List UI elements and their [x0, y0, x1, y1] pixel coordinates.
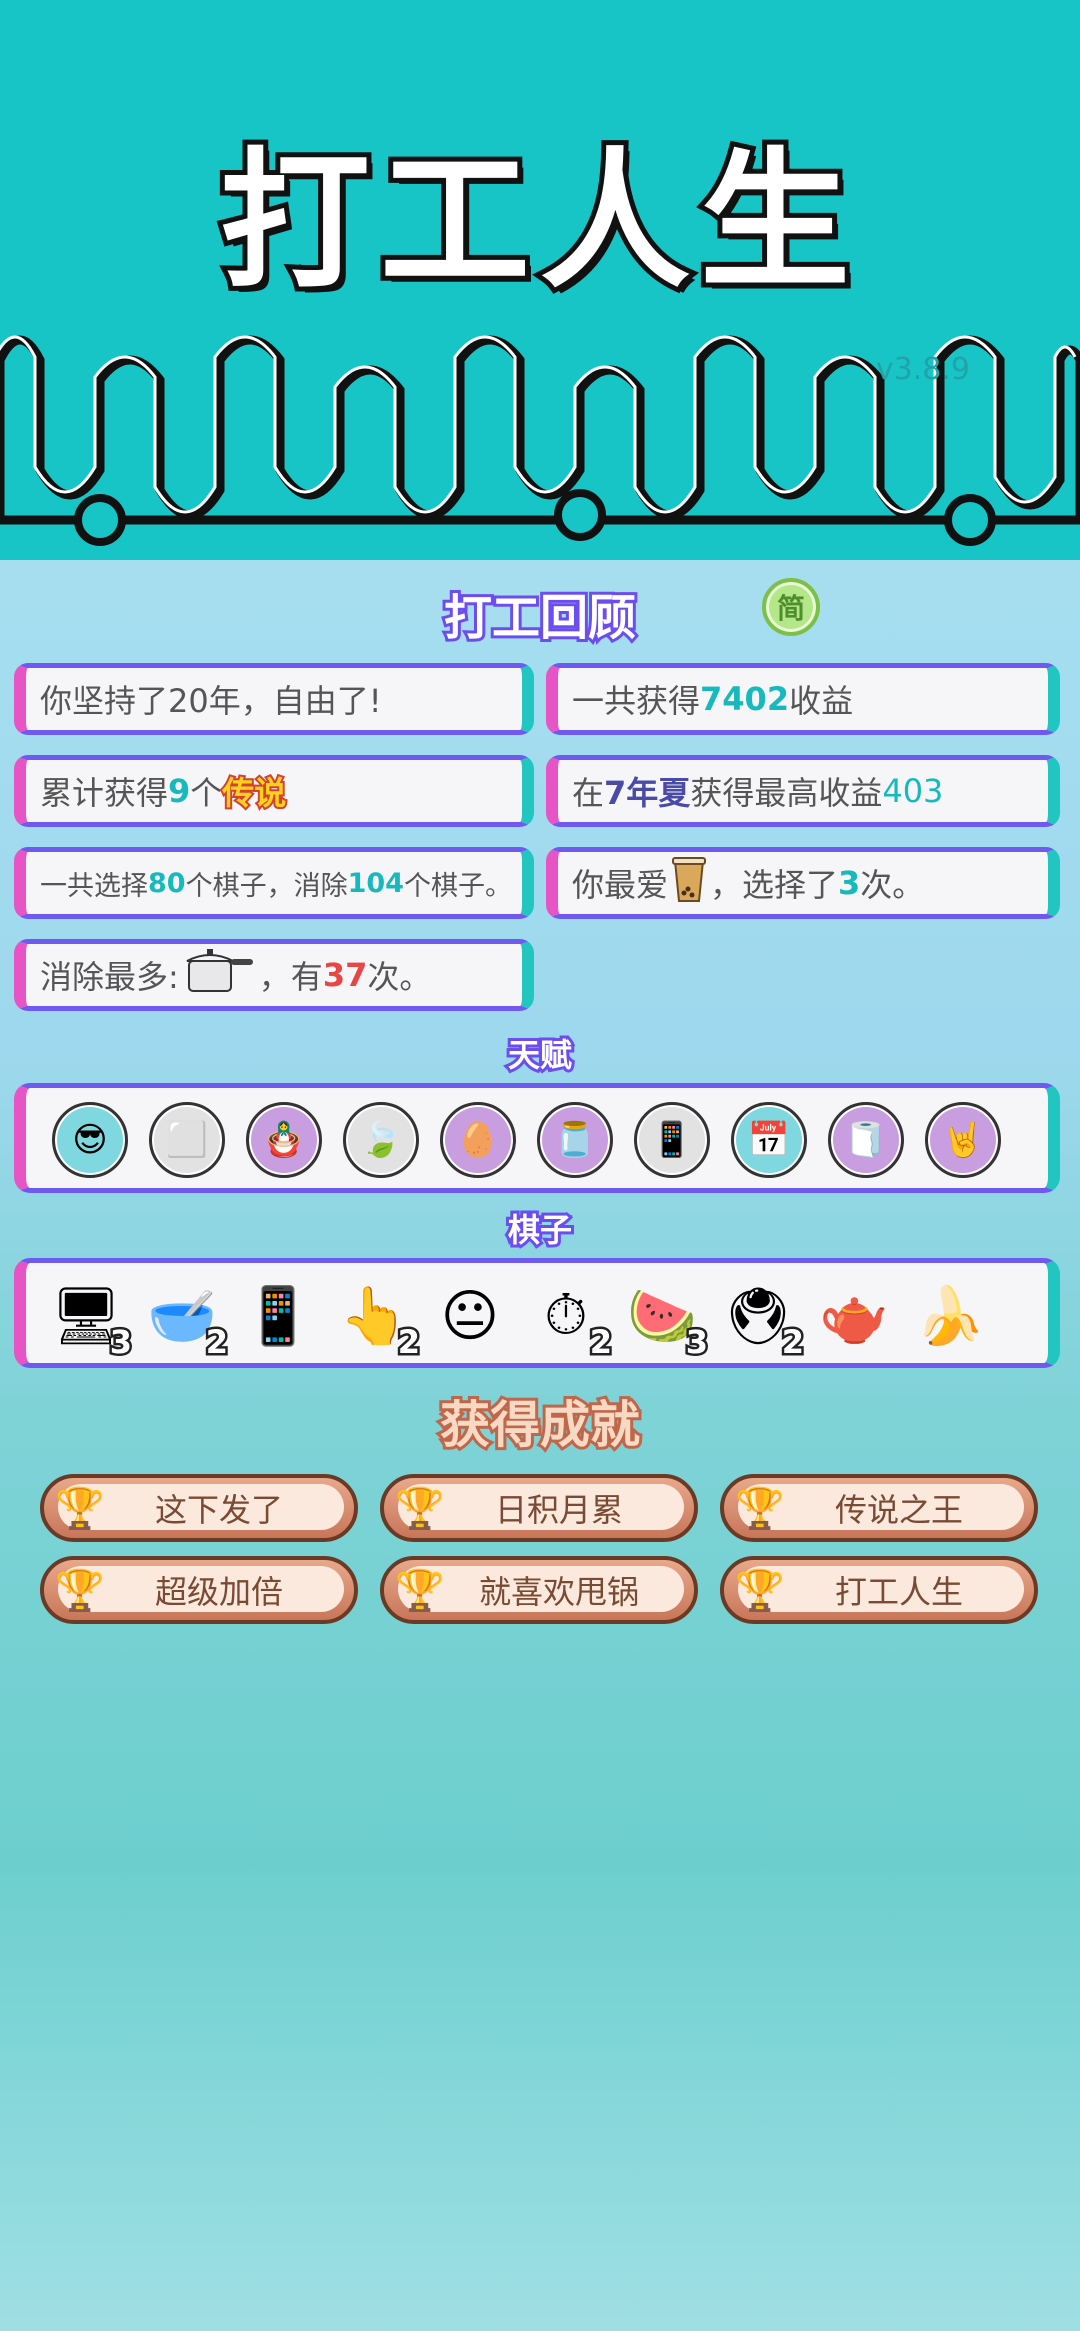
face-icon[interactable]: 😐: [430, 1271, 510, 1361]
piece-glyph: 🫖: [819, 1284, 889, 1349]
piece-count: 3: [683, 1321, 710, 1364]
piece-glyph: 😐: [440, 1283, 500, 1349]
choose-p1: 一共选择: [40, 870, 148, 902]
achievement-badge[interactable]: 🏆 日积月累: [380, 1474, 698, 1542]
max-income-mid: 获得最高收益: [690, 774, 883, 812]
jar-icon[interactable]: 🫙: [537, 1102, 613, 1178]
stat-card-favorite: 你最爱 ，选择了 3 次。: [546, 847, 1060, 919]
choose-p3: 个棋子。: [403, 870, 512, 902]
pointing-hand-icon[interactable]: 👆 2: [334, 1271, 422, 1364]
achievements-heading: 获得成就: [437, 1393, 643, 1457]
removed-post: 次。: [367, 958, 432, 996]
achievement-label: 日积月累: [494, 1491, 623, 1529]
favorite-post: 次。: [860, 866, 925, 904]
achievement-badge[interactable]: 🏆 超级加倍: [40, 1556, 358, 1624]
legend-mid: 个: [190, 774, 223, 812]
max-income-pre: 在: [572, 774, 605, 812]
stat-card-max-income: 在 7年 夏 获得最高收益 403: [546, 755, 1060, 827]
sunglasses-face-icon[interactable]: 😎: [52, 1102, 128, 1178]
favorite-mid: ，选择了: [710, 866, 839, 904]
piece-count: 2: [779, 1321, 806, 1364]
stat-card-legend: 累计获得 9 个传说: [14, 755, 534, 827]
piece-glyph: 📱: [243, 1284, 313, 1349]
banana-icon[interactable]: 🍌: [910, 1271, 990, 1361]
max-income-year: 7年: [604, 774, 659, 812]
talents-heading: 天赋: [505, 1033, 575, 1077]
phone-icon[interactable]: 📱: [238, 1271, 318, 1361]
total-income-pre: 一共获得: [572, 682, 701, 720]
dolls-icon[interactable]: 🪆: [246, 1102, 322, 1178]
pressure-cooker-icon: [183, 947, 255, 1003]
phone-app-icon[interactable]: 📱: [634, 1102, 710, 1178]
piece-count: 2: [203, 1321, 230, 1364]
stat-card-persist: 你坚持了20年，自由了!: [14, 663, 534, 735]
total-income-value: 7402: [700, 680, 790, 718]
piece-glyph: 🍌: [915, 1284, 985, 1349]
review-heading: 打工回顾: [441, 587, 639, 649]
pieces-heading: 棋子: [505, 1208, 575, 1252]
tissue-box-icon[interactable]: 🧻: [828, 1102, 904, 1178]
legend-tag: 传说: [220, 772, 288, 814]
rock-hand-icon[interactable]: 🤘: [925, 1102, 1001, 1178]
graphics-card-icon[interactable]: 🖥 3: [46, 1271, 134, 1364]
achievement-label: 打工人生: [834, 1573, 963, 1611]
piece-count: 2: [395, 1321, 422, 1364]
achievement-label: 传说之王: [834, 1491, 963, 1529]
pc-tower-icon[interactable]: 🖲 2: [718, 1271, 806, 1364]
favorite-count: 3: [838, 864, 861, 902]
version-label: v3.8.9: [875, 352, 970, 387]
achievement-badge[interactable]: 🏆 这下发了: [40, 1474, 358, 1542]
tofu-icon[interactable]: ⬜: [149, 1102, 225, 1178]
stopwatch-icon[interactable]: ⏱ 2: [526, 1271, 614, 1364]
choose-removed-count: 104: [347, 867, 404, 899]
total-income-post: 收益: [789, 682, 854, 720]
max-income-value: 403: [882, 772, 944, 810]
legend-pre: 累计获得: [40, 774, 169, 812]
bowl-icon[interactable]: 🥣 2: [142, 1271, 230, 1364]
stat-card-removed: 消除最多: ，有 37 次。: [14, 939, 534, 1011]
teapot-icon[interactable]: 🫖: [814, 1271, 894, 1361]
pieces-strip: 🖥 3 🥣 2 📱 👆 2 😐 ⏱ 2 🍉 3 🖲 2 🫖 🍌: [14, 1258, 1060, 1368]
max-income-season: 夏: [658, 774, 691, 812]
calendar-icon[interactable]: 📅: [731, 1102, 807, 1178]
choose-p2: 个棋子，消除: [185, 870, 348, 902]
stat-card-total-income: 一共获得 7402 收益: [546, 663, 1060, 735]
piece-count: 3: [107, 1321, 134, 1364]
achievement-label: 这下发了: [154, 1491, 283, 1529]
removed-mid: ，有: [258, 958, 323, 996]
milk-tea-icon: [672, 855, 707, 911]
stat-card-choose: 一共选择 80 个棋子，消除 104 个棋子。: [14, 847, 534, 919]
talents-strip: 😎 ⬜ 🪆 🍃 🥚 🫙 📱 📅 🧻 🤘: [14, 1083, 1060, 1193]
piece-glyph: ⏱: [544, 1283, 588, 1348]
egg-icon[interactable]: 🥚: [440, 1102, 516, 1178]
achievement-badge[interactable]: 🏆 传说之王: [720, 1474, 1038, 1542]
persist-text: 你坚持了20年，自由了!: [40, 682, 382, 720]
game-title: 打工人生: [215, 130, 860, 314]
piece-count: 2: [587, 1321, 614, 1364]
achievement-label: 超级加倍: [154, 1573, 283, 1611]
favorite-pre: 你最爱: [572, 866, 669, 904]
legend-count: 9: [168, 772, 191, 810]
achievement-badge[interactable]: 🏆 打工人生: [720, 1556, 1038, 1624]
watermelon-icon[interactable]: 🍉 3: [622, 1271, 710, 1364]
achievement-label: 就喜欢甩锅: [478, 1573, 639, 1611]
achievement-badge[interactable]: 🏆 就喜欢甩锅: [380, 1556, 698, 1624]
language-toggle-button[interactable]: 简: [762, 578, 820, 636]
choose-selected-count: 80: [148, 867, 186, 899]
removed-pre: 消除最多:: [40, 958, 179, 996]
removed-count: 37: [322, 956, 368, 994]
leaf-icon[interactable]: 🍃: [343, 1102, 419, 1178]
